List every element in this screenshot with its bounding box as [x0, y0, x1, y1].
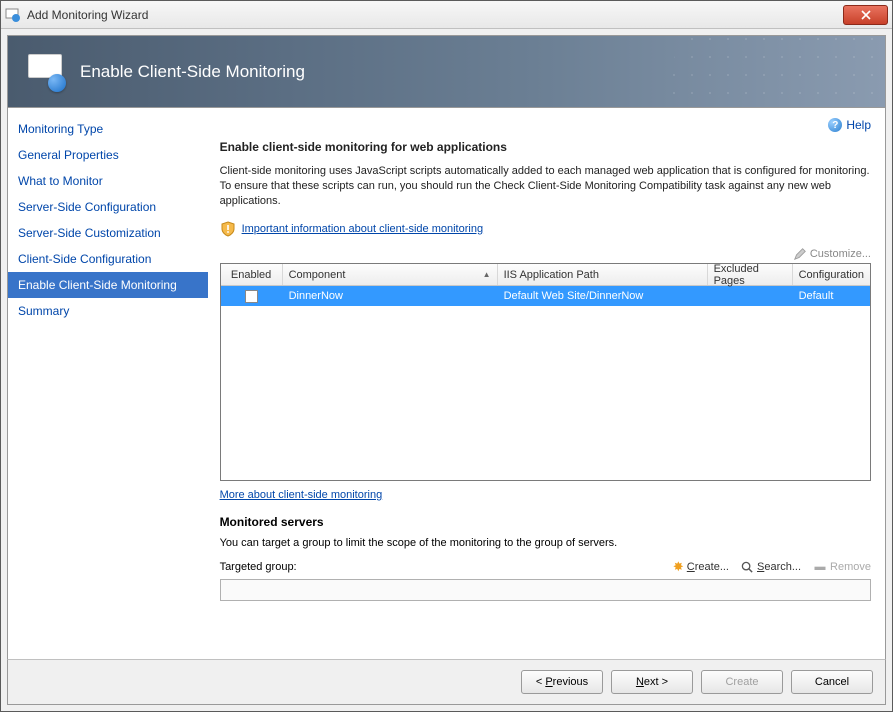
th-component[interactable]: Component ▲ — [283, 264, 498, 285]
th-config[interactable]: Configuration — [793, 264, 870, 285]
remove-group-link: ▬ Remove — [813, 561, 871, 573]
sidebar-item-what-to-monitor[interactable]: What to Monitor — [8, 168, 208, 194]
info-row: Important information about client-side … — [220, 221, 871, 237]
sidebar-item-monitoring-type[interactable]: Monitoring Type — [8, 116, 208, 142]
search-icon — [741, 561, 754, 574]
create-group-link[interactable]: ✸ Create... — [673, 559, 729, 575]
cell-config: Default — [793, 286, 870, 306]
star-icon: ✸ — [673, 559, 684, 575]
cell-excluded — [708, 286, 793, 306]
sidebar-item-server-side-customization[interactable]: Server-Side Customization — [8, 220, 208, 246]
footer: < Previous Next > Create Cancel — [7, 659, 886, 705]
more-link-row: More about client-side monitoring — [220, 489, 871, 501]
cell-enabled — [221, 286, 283, 306]
sidebar-item-client-side-configuration[interactable]: Client-Side Configuration — [8, 246, 208, 272]
help-row: ? Help — [220, 118, 871, 132]
monitored-servers-desc: You can target a group to limit the scop… — [220, 537, 871, 549]
window-title: Add Monitoring Wizard — [27, 8, 843, 22]
th-iis[interactable]: IIS Application Path — [498, 264, 708, 285]
minus-icon: ▬ — [813, 561, 827, 573]
customize-link[interactable]: Customize... — [810, 248, 871, 260]
header-title: Enable Client-Side Monitoring — [80, 62, 305, 82]
customize-row: Customize... — [220, 247, 871, 261]
sidebar: Monitoring Type General Properties What … — [8, 108, 208, 659]
help-link[interactable]: ? Help — [828, 118, 871, 132]
header-banner: Enable Client-Side Monitoring — [7, 35, 886, 108]
table-header: Enabled Component ▲ IIS Application Path… — [221, 264, 870, 286]
cell-component: DinnerNow — [283, 286, 498, 306]
targeted-group-input[interactable] — [220, 579, 871, 601]
monitored-servers-title: Monitored servers — [220, 515, 871, 529]
body-area: Monitoring Type General Properties What … — [7, 108, 886, 659]
sidebar-item-general-properties[interactable]: General Properties — [8, 142, 208, 168]
th-excluded[interactable]: Excluded Pages — [708, 264, 793, 285]
wizard-window: Add Monitoring Wizard Enable Client-Side… — [0, 0, 893, 712]
cell-iis: Default Web Site/DinnerNow — [498, 286, 708, 306]
pencil-icon — [793, 247, 807, 261]
th-enabled[interactable]: Enabled — [221, 264, 283, 285]
header-icon — [26, 52, 66, 92]
previous-button[interactable]: < Previous — [521, 670, 603, 694]
sidebar-item-server-side-configuration[interactable]: Server-Side Configuration — [8, 194, 208, 220]
more-about-link[interactable]: More about client-side monitoring — [220, 489, 383, 501]
section-title: Enable client-side monitoring for web ap… — [220, 140, 871, 154]
app-icon — [5, 7, 21, 23]
close-icon — [861, 10, 871, 20]
titlebar: Add Monitoring Wizard — [1, 1, 892, 29]
enabled-checkbox[interactable] — [245, 290, 258, 303]
main-panel: ? Help Enable client-side monitoring for… — [208, 108, 885, 659]
table-row[interactable]: DinnerNow Default Web Site/DinnerNow Def… — [221, 286, 870, 306]
description-text: Client-side monitoring uses JavaScript s… — [220, 164, 871, 209]
important-info-link[interactable]: Important information about client-side … — [242, 223, 484, 235]
help-icon: ? — [828, 118, 842, 132]
sidebar-item-enable-client-side-monitoring[interactable]: Enable Client-Side Monitoring — [8, 272, 208, 298]
targeted-group-label: Targeted group: — [220, 561, 560, 573]
components-table: Enabled Component ▲ IIS Application Path… — [220, 263, 871, 481]
target-actions: ✸ Create... Search... ▬ Remove — [673, 559, 871, 575]
sidebar-item-summary[interactable]: Summary — [8, 298, 208, 324]
cancel-button[interactable]: Cancel — [791, 670, 873, 694]
close-button[interactable] — [843, 5, 888, 25]
next-button[interactable]: Next > — [611, 670, 693, 694]
create-button: Create — [701, 670, 783, 694]
target-row: Targeted group: ✸ Create... Search... ▬ … — [220, 559, 871, 575]
shield-icon — [220, 221, 236, 237]
help-label: Help — [846, 118, 871, 132]
search-group-link[interactable]: Search... — [741, 561, 801, 574]
sort-asc-icon: ▲ — [483, 270, 491, 279]
